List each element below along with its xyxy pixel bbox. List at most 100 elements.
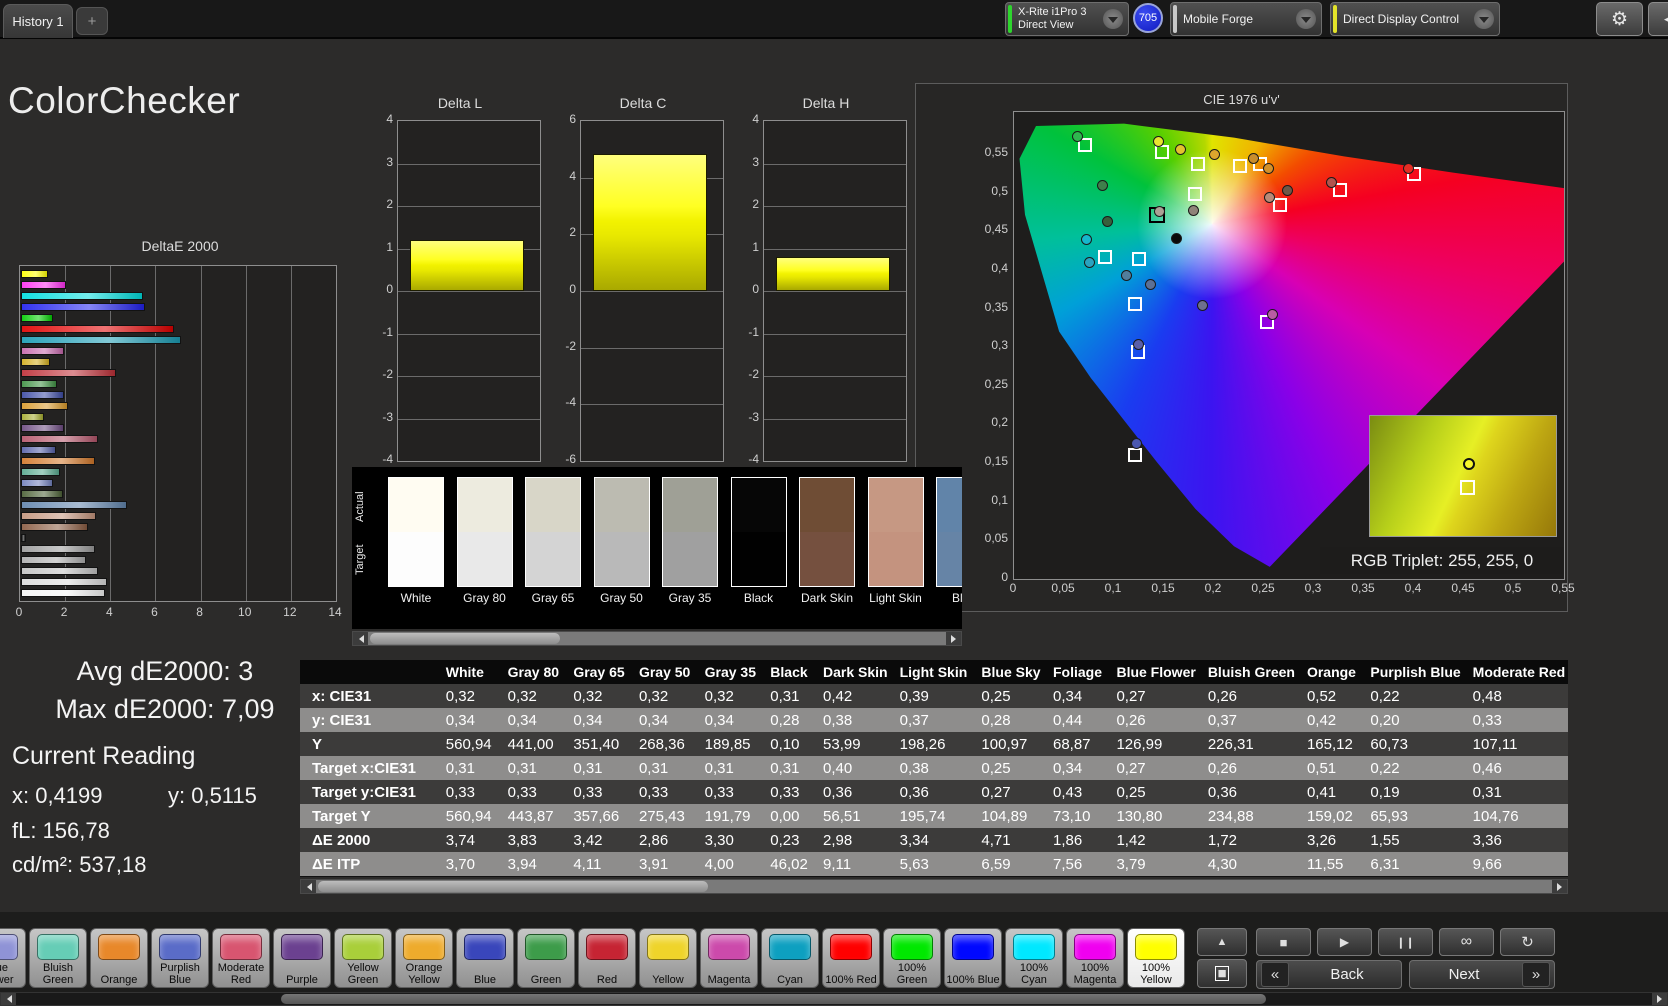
patch-color-chip — [220, 934, 262, 960]
top-bar: History 1 + X-Rite i1Pro 3Direct View 70… — [0, 0, 1668, 39]
column-header: Orange — [1295, 660, 1358, 684]
window-toggle-button[interactable]: ■ — [1197, 959, 1247, 988]
y-tick-label: -2 — [550, 339, 576, 353]
patch-button-moderate-red[interactable]: Moderate Red — [212, 928, 270, 988]
chevron-down-icon[interactable] — [1296, 9, 1316, 29]
gridline — [201, 266, 202, 601]
x-tick-label: 0,4 — [1397, 581, 1429, 595]
swatch-target — [800, 532, 854, 586]
gridline — [581, 404, 723, 405]
row-label: ΔE 2000 — [300, 828, 434, 852]
settings-button[interactable]: ⚙ — [1596, 2, 1643, 36]
source-dropdown[interactable]: Mobile Forge — [1170, 2, 1322, 36]
table-cell: 0,46 — [1461, 756, 1568, 780]
source-name: Mobile Forge — [1183, 12, 1291, 26]
pause-icon: ❙❙ — [1396, 936, 1414, 949]
column-header: Dark Skin — [811, 660, 888, 684]
deltae-bar-red — [21, 369, 116, 377]
patch-button-red[interactable]: Red — [578, 928, 636, 988]
table-cell: 3,94 — [496, 852, 562, 876]
meter-dropdown[interactable]: X-Rite i1Pro 3Direct View — [1005, 2, 1129, 36]
column-header: Black — [758, 660, 811, 684]
stop-button[interactable]: ■ — [1256, 928, 1311, 956]
scroll-left-icon[interactable] — [301, 880, 316, 893]
deltae-bar-blue-flower — [21, 479, 53, 487]
deltae-bar-dark-skin — [21, 523, 88, 531]
table-cell: 104,76 — [1461, 804, 1568, 828]
scroll-right-icon[interactable] — [946, 632, 961, 645]
table-row: ΔE ITP3,703,944,113,914,0046,029,115,636… — [300, 852, 1568, 876]
patch-button-bluish-green[interactable]: Bluish Green — [29, 928, 87, 988]
patch-button-orange[interactable]: Orange — [90, 928, 148, 988]
swatch-scrollbar[interactable] — [352, 631, 962, 646]
patch-button-yellow-green[interactable]: Yellow Green — [334, 928, 392, 988]
scrollbar-thumb[interactable] — [281, 994, 1266, 1004]
table-cell: 3,74 — [434, 828, 496, 852]
workflow-dropdown[interactable]: Direct Display Control — [1330, 2, 1500, 36]
patch-button-cyan[interactable]: Cyan — [761, 928, 819, 988]
scrollbar-thumb[interactable] — [370, 633, 560, 644]
patch-label: Orange Yellow — [397, 961, 451, 986]
table-scrollbar[interactable] — [300, 879, 1568, 894]
swatch-target — [458, 532, 512, 586]
table-cell: 0,31 — [627, 756, 693, 780]
patch-button-100-blue[interactable]: 100% Blue — [944, 928, 1002, 988]
back-button[interactable]: « Back — [1256, 960, 1402, 989]
scroll-right-icon[interactable] — [1652, 993, 1667, 1005]
target-point-icon — [1155, 145, 1169, 159]
gridline — [581, 348, 723, 349]
chevron-down-icon[interactable] — [1474, 9, 1494, 29]
gridline — [764, 419, 906, 420]
cie-diagram-panel: CIE 1976 u'v' RGB Triplet: 255, 255, 0 0… — [915, 83, 1568, 612]
table-cell: 0,44 — [1041, 708, 1104, 732]
patch-button-blue-flower[interactable]: Blue Flower — [0, 928, 26, 988]
table-cell: 126,99 — [1104, 732, 1195, 756]
strip-scroll-up-button[interactable]: ▲ — [1197, 928, 1247, 956]
delta-c-chart: Delta C 6420-2-4-6 — [548, 95, 738, 487]
patch-color-chip — [891, 934, 933, 960]
patch-button-100-cyan[interactable]: 100% Cyan — [1005, 928, 1063, 988]
patch-button-blue[interactable]: Blue — [456, 928, 514, 988]
patch-button-100-green[interactable]: 100% Green — [883, 928, 941, 988]
x-tick-label: 0 — [9, 605, 29, 619]
next-button[interactable]: Next » — [1409, 960, 1555, 989]
strip-scrollbar[interactable] — [0, 992, 1668, 1006]
patch-color-chip — [830, 934, 872, 960]
scrollbar-thumb[interactable] — [318, 881, 708, 892]
gridline — [398, 206, 540, 207]
repeat-button[interactable]: ↻ — [1500, 928, 1555, 956]
chevron-down-icon[interactable] — [1103, 9, 1123, 29]
patch-color-chip — [98, 934, 140, 960]
patch-button-magenta[interactable]: Magenta — [700, 928, 758, 988]
patch-button-100-yellow[interactable]: 100% Yellow — [1127, 928, 1185, 988]
pause-button[interactable]: ❙❙ — [1378, 928, 1433, 956]
swatch-target — [869, 532, 923, 586]
patch-button-purplish-blue[interactable]: Purplish Blue — [151, 928, 209, 988]
table-cell: 2,86 — [627, 828, 693, 852]
patch-button-100-magenta[interactable]: 100% Magenta — [1066, 928, 1124, 988]
gridline — [398, 291, 540, 292]
collapse-panel-button[interactable]: ◀ — [1648, 2, 1668, 36]
y-tick-label: 0,15 — [958, 454, 1008, 468]
table-cell: 0,34 — [627, 708, 693, 732]
scroll-left-icon[interactable] — [353, 632, 368, 645]
patch-button-green[interactable]: Green — [517, 928, 575, 988]
scroll-right-icon[interactable] — [1552, 880, 1567, 893]
patch-button-purple[interactable]: Purple — [273, 928, 331, 988]
window-icon: ■ — [1215, 966, 1228, 981]
delta-h-chart: Delta H 43210-1-2-3-4 — [731, 95, 921, 487]
deltae-bar-100-green — [21, 314, 53, 322]
patch-button-orange-yellow[interactable]: Orange Yellow — [395, 928, 453, 988]
continuous-measure-button[interactable]: ∞ — [1439, 928, 1494, 956]
tab-history-1[interactable]: History 1 — [3, 4, 73, 38]
swatch-label: Light Skin — [867, 591, 925, 605]
add-tab-button[interactable]: + — [76, 7, 108, 35]
table-cell: 159,02 — [1295, 804, 1358, 828]
play-button[interactable]: ▶ — [1317, 928, 1372, 956]
column-header: Foliage — [1041, 660, 1104, 684]
gridline — [398, 334, 540, 335]
swatch-target — [937, 532, 962, 586]
patch-button-100-red[interactable]: 100% Red — [822, 928, 880, 988]
patch-button-yellow[interactable]: Yellow — [639, 928, 697, 988]
scroll-left-icon[interactable] — [1, 993, 16, 1005]
